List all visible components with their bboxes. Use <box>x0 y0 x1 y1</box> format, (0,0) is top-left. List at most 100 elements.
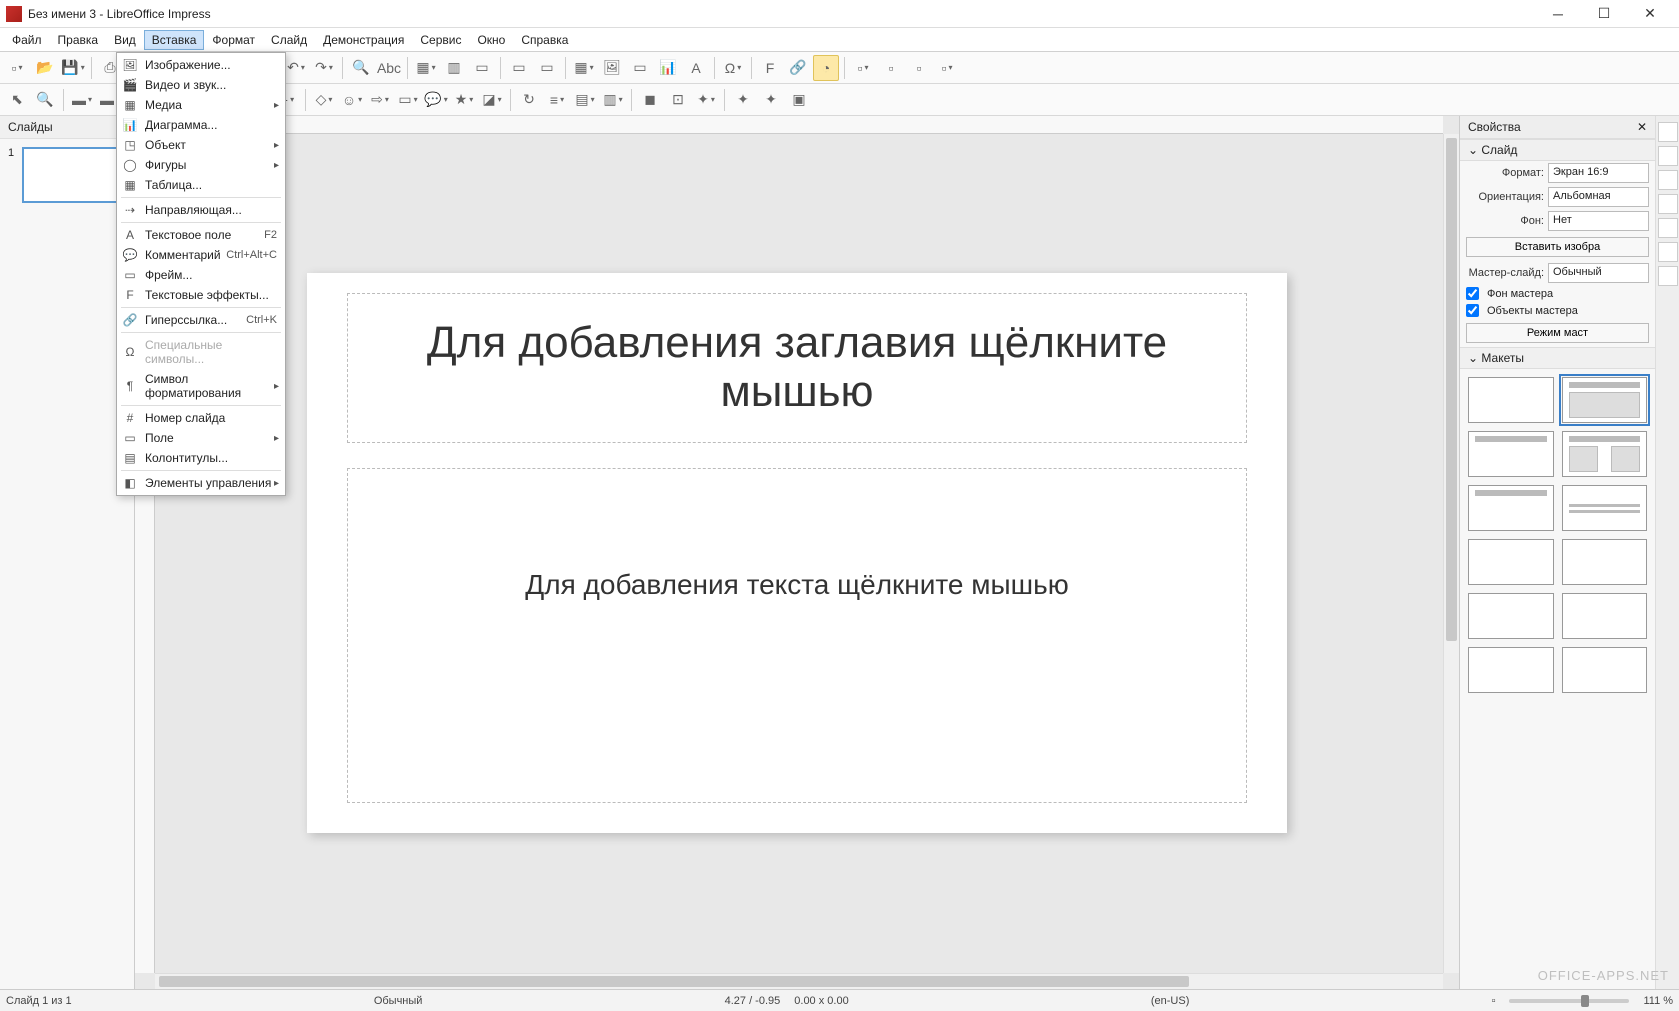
menu-item[interactable]: 💬КомментарийCtrl+Alt+C <box>117 245 285 265</box>
background-select[interactable]: Нет <box>1548 211 1649 231</box>
menu-view[interactable]: Вид <box>106 30 144 50</box>
menu-item[interactable]: ◳Объект <box>117 135 285 155</box>
sidebar-tab-styles[interactable] <box>1658 218 1678 238</box>
master-mode-button[interactable]: Режим маст <box>1466 323 1649 343</box>
zoom-tool[interactable]: 🔍 <box>32 87 58 113</box>
menu-item[interactable]: 🎬Видео и звук... <box>117 75 285 95</box>
undo-button[interactable]: ↶ <box>283 55 309 81</box>
horizontal-scrollbar[interactable] <box>155 973 1443 989</box>
layout-5[interactable] <box>1468 539 1554 585</box>
fit-page-icon[interactable]: ▫ <box>1492 995 1496 1007</box>
new-doc-button[interactable]: ▫ <box>4 55 30 81</box>
menu-item[interactable]: ◯Фигуры <box>117 155 285 175</box>
sidebar-tab-animation[interactable] <box>1658 170 1678 190</box>
hyperlink-button[interactable]: 🔗 <box>785 55 811 81</box>
open-button[interactable]: 📂 <box>32 55 58 81</box>
symbol-shapes-tool[interactable]: ☺ <box>339 87 365 113</box>
menu-slide[interactable]: Слайд <box>263 30 315 50</box>
layout-6[interactable] <box>1562 539 1648 585</box>
find-button[interactable]: 🔍 <box>348 55 374 81</box>
format-select[interactable]: Экран 16:9 <box>1548 163 1649 183</box>
show-draw-button[interactable]: ◔ <box>813 55 839 81</box>
menu-item[interactable]: ¶Символ форматирования <box>117 369 285 403</box>
sidebar-tab-navigator[interactable] <box>1658 266 1678 286</box>
start-current-button[interactable]: ▭ <box>534 55 560 81</box>
maximize-button[interactable]: ☐ <box>1581 0 1627 28</box>
title-placeholder[interactable]: Для добавления заглавия щёлкните мышью <box>347 293 1247 443</box>
sidebar-tab-master[interactable] <box>1658 194 1678 214</box>
slide-canvas[interactable]: Для добавления заглавия щёлкните мышью Д… <box>307 273 1287 833</box>
3d-tool[interactable]: ◪ <box>479 87 505 113</box>
sidebar-tab-gallery[interactable] <box>1658 242 1678 262</box>
master-slide-button[interactable]: ▭ <box>469 55 495 81</box>
layout-two-content[interactable] <box>1562 431 1648 477</box>
minimize-button[interactable]: ─ <box>1535 0 1581 28</box>
layout-10[interactable] <box>1562 647 1648 693</box>
filter-tool[interactable]: ✦ <box>693 87 719 113</box>
line-color-button[interactable]: ▬ <box>69 87 95 113</box>
layout-4[interactable] <box>1562 485 1648 531</box>
sidebar-close-icon[interactable]: ✕ <box>1637 120 1647 134</box>
extrusion-tool[interactable]: ▣ <box>786 87 812 113</box>
content-placeholder[interactable]: Для добавления текста щёлкните мышью <box>347 468 1247 803</box>
spellcheck-button[interactable]: Abc <box>376 55 402 81</box>
sidebar-tab-properties[interactable] <box>1658 122 1678 142</box>
start-beginning-button[interactable]: ▭ <box>506 55 532 81</box>
align-tool[interactable]: ≡ <box>544 87 570 113</box>
close-button[interactable]: ✕ <box>1627 0 1673 28</box>
block-arrows-tool[interactable]: ⇨ <box>367 87 393 113</box>
textbox-button[interactable]: A <box>683 55 709 81</box>
table-button[interactable]: ▦ <box>571 55 597 81</box>
vertical-scrollbar[interactable] <box>1443 134 1459 973</box>
menu-help[interactable]: Справка <box>513 30 576 50</box>
menu-item[interactable]: ▭Фрейм... <box>117 265 285 285</box>
stars-tool[interactable]: ★ <box>451 87 477 113</box>
master-bg-checkbox[interactable] <box>1466 287 1479 300</box>
gluepoints-tool[interactable]: ✦ <box>758 87 784 113</box>
points-tool[interactable]: ✦ <box>730 87 756 113</box>
master-obj-checkbox[interactable] <box>1466 304 1479 317</box>
layout-title-content[interactable] <box>1562 377 1648 423</box>
fontwork-button[interactable]: F <box>757 55 783 81</box>
layout-blank[interactable] <box>1468 377 1554 423</box>
menu-edit[interactable]: Правка <box>50 30 107 50</box>
layout-8[interactable] <box>1562 593 1648 639</box>
menu-item[interactable]: #Номер слайда <box>117 408 285 428</box>
image-button[interactable]: 🖼 <box>599 55 625 81</box>
media-button[interactable]: ▭ <box>627 55 653 81</box>
layout-9[interactable] <box>1468 647 1554 693</box>
dup-slide-button[interactable]: ▫ <box>878 55 904 81</box>
menu-file[interactable]: Файл <box>4 30 50 50</box>
distribute-tool[interactable]: ▥ <box>600 87 626 113</box>
chart-button[interactable]: 📊 <box>655 55 681 81</box>
new-slide-button[interactable]: ▫ <box>850 55 876 81</box>
crop-tool[interactable]: ⊡ <box>665 87 691 113</box>
layouts-section-header[interactable]: Макеты <box>1460 347 1655 369</box>
layout-button[interactable]: ▫ <box>934 55 960 81</box>
insert-image-button[interactable]: Вставить изобра <box>1466 237 1649 257</box>
menu-item[interactable]: ◧Элементы управления <box>117 473 285 493</box>
shadow-tool[interactable]: ◼ <box>637 87 663 113</box>
master-select[interactable]: Обычный <box>1548 263 1649 283</box>
flowchart-tool[interactable]: ▭ <box>395 87 421 113</box>
menu-window[interactable]: Окно <box>469 30 513 50</box>
layout-7[interactable] <box>1468 593 1554 639</box>
display-views-button[interactable]: ▥ <box>441 55 467 81</box>
callouts-tool[interactable]: 💬 <box>423 87 449 113</box>
menu-item[interactable]: ⇢Направляющая... <box>117 200 285 220</box>
grid-button[interactable]: ▦ <box>413 55 439 81</box>
orientation-select[interactable]: Альбомная <box>1548 187 1649 207</box>
menu-item[interactable]: ▭Поле <box>117 428 285 448</box>
special-char-button[interactable]: Ω <box>720 55 746 81</box>
slide-section-header[interactable]: Слайд <box>1460 139 1655 161</box>
zoom-slider[interactable] <box>1509 999 1629 1003</box>
select-tool[interactable]: ⬉ <box>4 87 30 113</box>
menu-item[interactable]: 🔗Гиперссылка...Ctrl+K <box>117 310 285 330</box>
menu-slideshow[interactable]: Демонстрация <box>315 30 412 50</box>
menu-item[interactable]: FТекстовые эффекты... <box>117 285 285 305</box>
save-button[interactable]: 💾 <box>60 55 86 81</box>
menu-item[interactable]: AТекстовое полеF2 <box>117 225 285 245</box>
menu-insert[interactable]: Вставка <box>144 30 205 50</box>
layout-title-only[interactable] <box>1468 431 1554 477</box>
menu-tools[interactable]: Сервис <box>412 30 469 50</box>
